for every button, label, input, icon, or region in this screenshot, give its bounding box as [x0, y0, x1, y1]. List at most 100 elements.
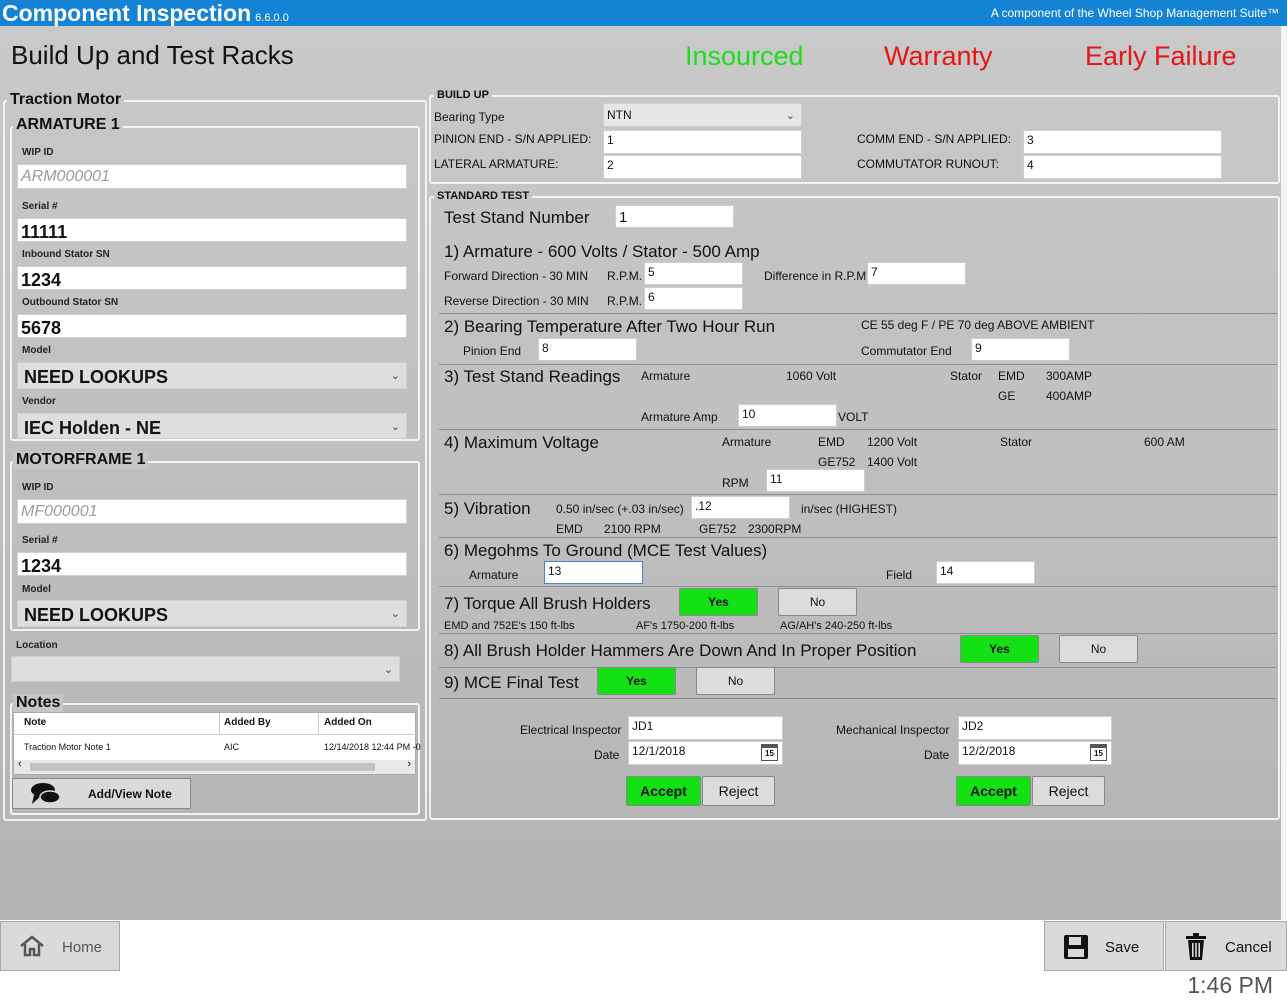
footer-bar: Home Save Cancel [0, 920, 1287, 1004]
scrollbar-thumb[interactable] [30, 763, 375, 771]
vibration-input[interactable]: .12 [691, 496, 790, 519]
rpm-difference-label: Difference in R.P.M. [764, 269, 870, 283]
scroll-right-icon[interactable]: › [407, 758, 411, 770]
s4-emd-label: EMD [818, 435, 845, 449]
col-note[interactable]: Note [24, 717, 46, 728]
max-voltage-rpm-label: RPM [722, 476, 749, 490]
pinion-end-input[interactable]: 1 [603, 130, 802, 154]
s3-ge-amp: 400AMP [1046, 389, 1093, 403]
electrical-reject-button[interactable]: Reject [702, 776, 775, 806]
section-6-title: 6) Megohms To Ground (MCE Test Values) [444, 541, 768, 560]
lateral-armature-label: LATERAL ARMATURE: [434, 157, 559, 171]
motorframe-serial-label: Serial # [22, 535, 58, 546]
electrical-inspector-input[interactable]: JD1 [628, 716, 783, 740]
calendar-icon[interactable]: 15 [1090, 744, 1107, 761]
horizontal-scrollbar[interactable]: ‹ › [14, 758, 415, 774]
s4-emd-volt: 1200 Volt [867, 435, 918, 449]
section-3-title: 3) Test Stand Readings [444, 367, 621, 386]
added-by-cell: AIC [224, 742, 240, 752]
chat-bubbles-icon [31, 783, 61, 804]
s3-armature-volt: 1060 Volt [786, 369, 837, 383]
inbound-stator-label: Inbound Stator SN [22, 249, 110, 260]
hammers-no-button[interactable]: No [1059, 635, 1138, 663]
max-voltage-rpm-input[interactable]: 11 [766, 469, 865, 492]
s3-stator-label: Stator [950, 369, 983, 383]
chevron-down-icon: ⌄ [390, 421, 400, 433]
app-title: Component Inspection 6.6.0.0 [2, 0, 289, 26]
motorframe-model-label: Model [22, 584, 51, 595]
torque-no-button[interactable]: No [778, 588, 857, 616]
armature-title: ARMATURE 1 [13, 116, 123, 134]
add-view-note-button[interactable]: Add/View Note [12, 778, 191, 809]
electrical-date-label: Date [594, 748, 620, 762]
pinion-end-temp-input[interactable]: 8 [538, 338, 637, 361]
save-button[interactable]: Save [1044, 921, 1164, 971]
col-added-by[interactable]: Added By [224, 717, 271, 728]
forward-rpm-input[interactable]: 5 [644, 262, 743, 285]
mechanical-date-picker[interactable]: 12/2/2018 15 [958, 741, 1112, 765]
calendar-icon[interactable]: 15 [761, 744, 778, 761]
bearing-type-select[interactable]: NTN ⌄ [603, 103, 802, 127]
status-warranty: Warranty [884, 41, 993, 71]
title-bar: Component Inspection 6.6.0.0 A component … [0, 0, 1287, 26]
s3-emd-label: EMD [998, 369, 1025, 383]
commutator-runout-input[interactable]: 4 [1023, 155, 1222, 179]
motorframe-wip-input[interactable]: MF000001 [17, 499, 407, 524]
commutator-end-temp-input[interactable]: 9 [971, 338, 1070, 361]
build-up-title: BUILD UP [434, 89, 492, 101]
scroll-left-icon[interactable]: ‹ [18, 758, 22, 770]
location-select[interactable]: ⌄ [11, 656, 400, 682]
reverse-rpm-input[interactable]: 6 [644, 287, 743, 310]
app-version: 6.6.0.0 [255, 12, 289, 24]
mechanical-inspector-input[interactable]: JD2 [958, 716, 1112, 740]
motorframe-model-select[interactable]: NEED LOOKUPS ⌄ [17, 600, 407, 627]
lateral-armature-input[interactable]: 2 [603, 155, 802, 179]
mce-yes-button[interactable]: Yes [597, 667, 676, 695]
s4-ge752-volt: 1400 Volt [867, 455, 918, 469]
armature-wip-input[interactable]: ARM000001 [17, 164, 407, 189]
section-7-title: 7) Torque All Brush Holders [444, 594, 651, 613]
megohms-armature-input[interactable]: 13 [544, 561, 643, 584]
save-icon [1064, 935, 1088, 959]
trash-icon [1186, 933, 1206, 960]
section-5-title: 5) Vibration [444, 499, 531, 518]
hammers-yes-button[interactable]: Yes [960, 635, 1039, 663]
torque-note-emd: EMD and 752E's 150 ft-lbs [444, 620, 575, 632]
outbound-stator-input[interactable]: 5678 [17, 314, 407, 338]
motorframe-wip-label: WIP ID [22, 482, 54, 493]
s3-armature-label: Armature [641, 369, 691, 383]
armature-model-select[interactable]: NEED LOOKUPS ⌄ [17, 362, 407, 389]
traction-motor-title: Traction Motor [7, 91, 125, 109]
megohms-field-input[interactable]: 14 [936, 561, 1035, 584]
mechanical-reject-button[interactable]: Reject [1032, 776, 1105, 806]
location-label: Location [16, 640, 58, 651]
electrical-date-picker[interactable]: 12/1/2018 15 [628, 741, 783, 765]
section-2-title: 2) Bearing Temperature After Two Hour Ru… [444, 317, 776, 336]
electrical-accept-button[interactable]: Accept [626, 776, 701, 806]
motorframe-serial-input[interactable]: 1234 [17, 552, 407, 576]
inbound-stator-input[interactable]: 1234 [17, 266, 407, 290]
armature-amp-input[interactable]: 10 [738, 404, 837, 427]
forward-rpm-label: R.P.M. [607, 269, 643, 283]
mechanical-accept-button[interactable]: Accept [956, 776, 1031, 806]
status-early-failure: Early Failure [1085, 41, 1237, 71]
armature-model-label: Model [22, 345, 51, 356]
col-added-on[interactable]: Added On [324, 717, 372, 728]
suite-label: A component of the Wheel Shop Management… [990, 6, 1279, 20]
cancel-button[interactable]: Cancel [1165, 921, 1287, 971]
vendor-select[interactable]: IEC Holden - NE ⌄ [17, 413, 407, 439]
scrollbar[interactable] [1281, 26, 1287, 920]
home-button[interactable]: Home [0, 921, 120, 971]
reverse-direction-label: Reverse Direction - 30 MIN [444, 294, 589, 308]
notes-table: Note Added By Added On Traction Motor No… [13, 712, 421, 775]
torque-yes-button[interactable]: Yes [679, 588, 758, 616]
rpm-difference-input[interactable]: 7 [867, 262, 966, 285]
bearing-temp-note: CE 55 deg F / PE 70 deg ABOVE AMBIENT [861, 318, 1095, 332]
armature-serial-input[interactable]: 11111 [17, 218, 407, 242]
test-stand-input[interactable]: 1 [615, 205, 734, 228]
mce-no-button[interactable]: No [696, 667, 775, 695]
outbound-stator-label: Outbound Stator SN [22, 297, 119, 308]
comm-end-input[interactable]: 3 [1023, 130, 1222, 154]
vibration-spec: 0.50 in/sec (+.03 in/sec) [556, 502, 684, 516]
vibration-emd-rpm: 2100 RPM [604, 522, 661, 536]
